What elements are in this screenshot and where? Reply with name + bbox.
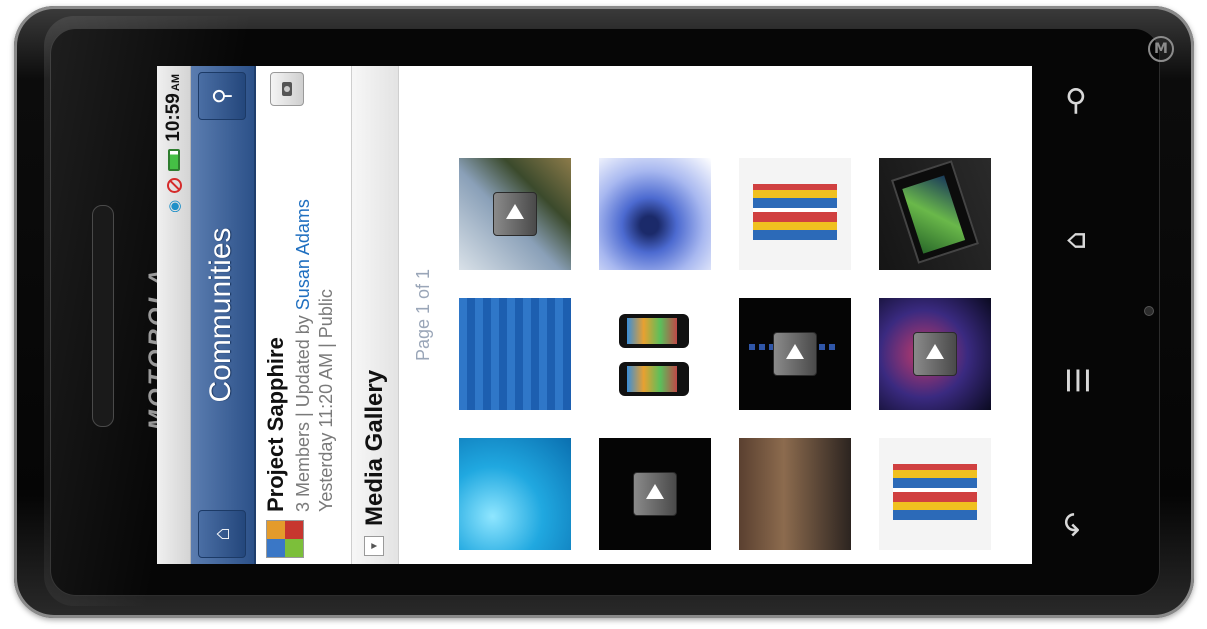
gallery-thumb-dark-video[interactable] [599,438,711,550]
gallery-thumb-iphones[interactable] [599,298,711,410]
search-icon: ⚲ [209,87,234,105]
camera-button[interactable] [270,72,304,106]
play-icon [773,332,817,376]
home-icon: ⌂ [1058,230,1094,250]
screen-content: ◉ 10:59AM ⌂ Communities ⚲ Project Sapphi… [157,66,1032,564]
sensor-dot [1144,306,1154,316]
hardware-menu-button[interactable]: ☰ [1052,356,1100,404]
hardware-search-button[interactable]: ⚲ [1052,76,1100,124]
battery-icon [168,148,180,171]
status-bar: ◉ 10:59AM [157,66,191,564]
clock: 10:59AM [163,74,184,142]
gallery-thumb-concert[interactable] [879,298,991,410]
gallery-thumb-collage[interactable] [739,158,851,270]
media-gallery [459,80,1019,550]
gallery-thumb-ibm[interactable] [459,298,571,410]
collapse-icon[interactable]: ▼ [364,536,384,556]
updated-by-link[interactable]: Susan Adams [293,199,313,310]
gallery-thumb-railway[interactable] [459,158,571,270]
gallery-thumb-tablet[interactable] [879,158,991,270]
community-name[interactable]: Project Sapphire [263,337,289,512]
title-bar: ⌂ Communities ⚲ [191,66,256,564]
hardware-home-button[interactable]: ⌂ [1052,216,1100,264]
play-icon [493,192,537,236]
earpiece-speaker [92,205,114,427]
page-title: Communities [204,227,237,403]
community-meta-2: Yesterday 11:20 AM | Public [316,289,336,512]
blocked-icon [166,177,182,193]
play-icon [913,332,957,376]
community-avatar[interactable] [266,520,304,558]
gallery-thumb-eye[interactable] [599,158,711,270]
phone-screen: ◉ 10:59AM ⌂ Communities ⚲ Project Sapphi… [157,66,1032,564]
search-icon: ⚲ [1065,82,1087,118]
section-header[interactable]: ▼ Media Gallery [351,66,399,564]
hardware-back-button[interactable]: ↶ [1052,500,1100,548]
gallery-thumb-water[interactable] [459,438,571,550]
community-meta: 3 Members | Updated by Susan Adams [293,199,313,512]
gallery-thumb-collage-2[interactable] [879,438,991,550]
menu-icon: ☰ [1058,366,1094,394]
motorola-logo-icon: M [1148,36,1174,62]
gallery-thumb-crowd[interactable] [739,438,851,550]
wifi-icon: ◉ [166,199,183,213]
play-icon [633,472,677,516]
pager: Page 1 of 1 [413,268,433,362]
back-icon: ↶ [1058,511,1094,537]
section-title: Media Gallery [361,369,388,526]
search-button[interactable]: ⚲ [198,72,246,120]
camera-icon [282,82,292,96]
community-header: Project Sapphire 3 Members | Updated by … [256,66,351,564]
gallery-thumb-dark-video-text[interactable] [739,298,851,410]
